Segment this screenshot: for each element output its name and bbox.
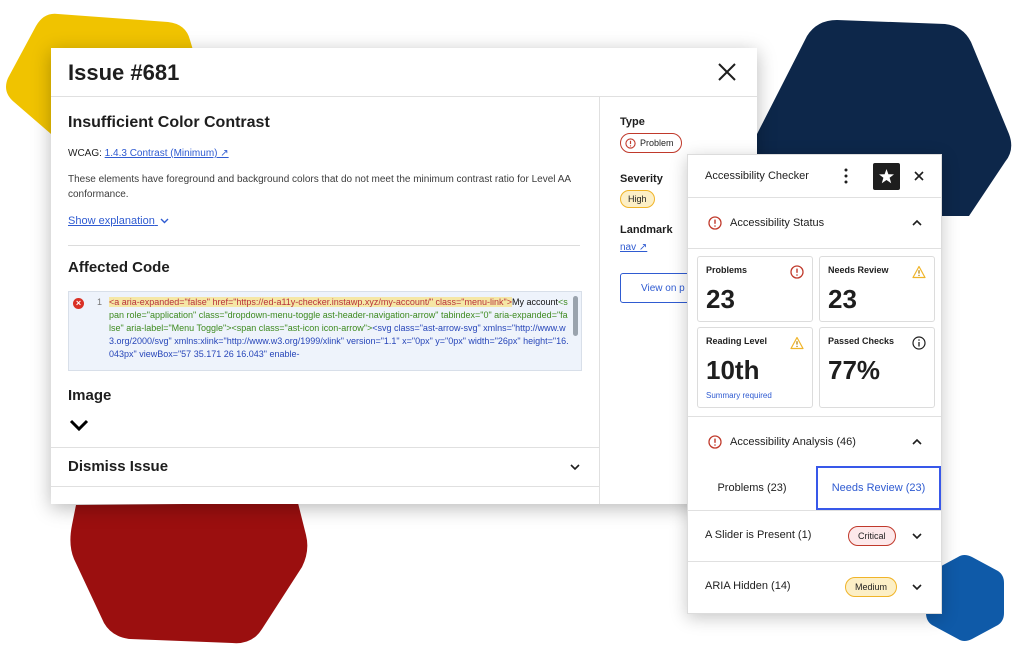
panel-header: Accessibility Checker bbox=[688, 155, 941, 198]
divider bbox=[51, 486, 599, 487]
type-badge: Problem bbox=[620, 133, 682, 153]
accessibility-status-toggle[interactable]: Accessibility Status bbox=[688, 198, 941, 248]
star-icon bbox=[879, 169, 894, 184]
red-hexagon-shape bbox=[70, 503, 308, 644]
dismiss-issue-accordion[interactable]: Dismiss Issue bbox=[51, 448, 599, 486]
type-value: Problem bbox=[640, 138, 674, 148]
show-explanation-label: Show explanation bbox=[68, 215, 155, 227]
chevron-down-icon bbox=[912, 584, 922, 591]
divider bbox=[688, 248, 941, 249]
problems-card: Problems 23 bbox=[697, 256, 813, 322]
card-value: 77% bbox=[828, 355, 881, 385]
needs-review-card: Needs Review 23 bbox=[819, 256, 935, 322]
chevron-down-icon bbox=[912, 533, 922, 540]
chevron-down-icon bbox=[160, 218, 169, 224]
card-value: 23 bbox=[706, 284, 735, 314]
accessibility-analysis-label: Accessibility Analysis (46) bbox=[730, 436, 856, 448]
code-snippet: <a aria-expanded="false" href="https://e… bbox=[109, 296, 569, 361]
modal-header: Issue #681 bbox=[51, 48, 757, 97]
critical-badge: Critical bbox=[848, 526, 896, 546]
landmark-link[interactable]: nav ↗ bbox=[620, 242, 647, 253]
wcag-criterion: WCAG: 1.4.3 Contrast (Minimum) ↗ bbox=[68, 148, 229, 159]
chevron-up-icon bbox=[912, 219, 922, 226]
wcag-link[interactable]: 1.4.3 Contrast (Minimum) ↗ bbox=[105, 148, 229, 159]
chevron-down-icon[interactable] bbox=[68, 418, 90, 432]
accessibility-analysis-toggle[interactable]: Accessibility Analysis (46) bbox=[688, 417, 941, 467]
error-icon bbox=[708, 216, 722, 230]
close-icon[interactable] bbox=[913, 170, 925, 182]
error-icon bbox=[625, 137, 636, 149]
affected-code-title: Affected Code bbox=[68, 259, 170, 276]
pin-panel-button[interactable] bbox=[873, 163, 900, 190]
chevron-up-icon bbox=[912, 438, 922, 445]
more-options-icon[interactable] bbox=[841, 167, 851, 185]
tab-needs-review[interactable]: Needs Review (23) bbox=[816, 466, 941, 510]
image-section-title: Image bbox=[68, 387, 112, 404]
info-icon bbox=[912, 336, 926, 350]
show-explanation-link[interactable]: Show explanation bbox=[68, 215, 169, 227]
severity-label: Severity bbox=[620, 173, 663, 185]
issue-description: These elements have foreground and backg… bbox=[68, 174, 571, 200]
card-label: Needs Review bbox=[828, 265, 889, 275]
card-label: Reading Level bbox=[706, 336, 768, 346]
error-icon bbox=[790, 265, 804, 279]
code-segment-icon-span: <span class="ast-icon icon-arrow"> bbox=[231, 323, 373, 333]
modal-title: Issue #681 bbox=[68, 60, 180, 85]
warning-icon bbox=[912, 265, 926, 279]
code-scrollbar[interactable] bbox=[573, 296, 578, 336]
divider bbox=[68, 245, 580, 246]
close-icon[interactable] bbox=[715, 60, 739, 84]
passed-checks-card: Passed Checks 77% bbox=[819, 327, 935, 408]
reading-level-card: Reading Level 10th Summary required bbox=[697, 327, 813, 408]
card-value: 23 bbox=[828, 284, 857, 314]
error-icon bbox=[708, 435, 722, 449]
issue-item-slider-present[interactable]: A Slider is Present (1) Critical bbox=[688, 511, 941, 561]
medium-badge: Medium bbox=[845, 577, 898, 597]
issue-item-label: ARIA Hidden (14) bbox=[705, 580, 791, 592]
card-value: 10th bbox=[706, 355, 760, 385]
card-label: Problems bbox=[706, 265, 748, 275]
severity-badge: High bbox=[620, 190, 655, 208]
type-label: Type bbox=[620, 116, 645, 128]
affected-code-block[interactable]: × 1 <a aria-expanded="false" href="https… bbox=[68, 291, 582, 371]
issue-details: Insufficient Color Contrast WCAG: 1.4.3 … bbox=[51, 97, 599, 504]
issue-modal: Issue #681 Insufficient Color Contrast W… bbox=[51, 48, 757, 504]
card-label: Passed Checks bbox=[828, 336, 895, 346]
warning-icon bbox=[790, 336, 804, 350]
wcag-label: WCAG: bbox=[68, 148, 102, 159]
issue-item-aria-hidden[interactable]: ARIA Hidden (14) Medium bbox=[688, 562, 941, 612]
accessibility-checker-panel: Accessibility Checker Accessibility Stat… bbox=[687, 154, 942, 614]
tab-problems[interactable]: Problems (23) bbox=[688, 466, 816, 510]
issue-name: Insufficient Color Contrast bbox=[68, 114, 270, 131]
code-segment-text: My account bbox=[511, 297, 558, 307]
issue-item-label: A Slider is Present (1) bbox=[705, 529, 812, 541]
dismiss-issue-title: Dismiss Issue bbox=[68, 458, 169, 475]
landmark-label: Landmark bbox=[620, 224, 673, 236]
panel-title: Accessibility Checker bbox=[705, 170, 809, 182]
code-segment-anchor: <a aria-expanded="false" href="https://e… bbox=[109, 297, 512, 307]
error-icon: × bbox=[73, 298, 84, 309]
line-number: 1 bbox=[97, 297, 103, 307]
chevron-down-icon bbox=[570, 464, 580, 471]
summary-required-link[interactable]: Summary required bbox=[706, 391, 772, 400]
accessibility-status-label: Accessibility Status bbox=[730, 217, 825, 229]
